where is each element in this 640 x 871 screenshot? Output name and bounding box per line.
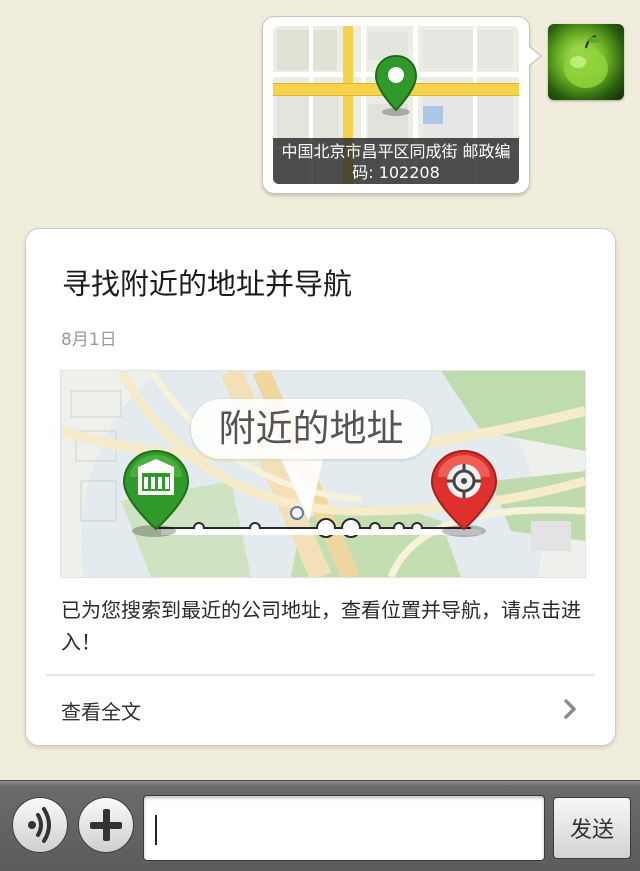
add-attachment-button[interactable]	[78, 797, 134, 853]
building-pin-icon	[122, 449, 190, 537]
location-map-thumbnail: 中国北京市昌平区同成街 邮政编码: 102208	[273, 26, 519, 184]
target-pin-icon	[430, 449, 498, 537]
location-address: 中国北京市昌平区同成街 邮政编码: 102208	[273, 138, 519, 184]
read-full-article-link[interactable]: 查看全文	[26, 676, 615, 742]
article-cover-image[interactable]: 附近的地址	[60, 370, 586, 578]
location-pin-icon	[374, 54, 418, 116]
voice-icon	[28, 807, 51, 843]
location-message-bubble[interactable]: 中国北京市昌平区同成街 邮政编码: 102208	[262, 16, 542, 194]
message-input-bar: 发送	[0, 780, 640, 871]
read-full-label: 查看全文	[61, 700, 141, 724]
message-input[interactable]	[143, 795, 545, 861]
green-apple-avatar	[564, 35, 608, 88]
article-description: 已为您搜索到最近的公司地址，查看位置并导航，请点击进入！	[61, 598, 581, 654]
article-card[interactable]: 寻找附近的地址并导航 8月1日 附近的地址 已为您搜索到最近的公司地址，查看位置…	[25, 228, 616, 746]
text-cursor	[155, 815, 157, 845]
plus-icon	[90, 809, 122, 841]
chevron-right-icon	[564, 699, 576, 719]
send-button[interactable]: 发送	[553, 797, 631, 859]
user-avatar[interactable]	[548, 24, 624, 100]
article-title: 寻找附近的地址并导航	[62, 267, 353, 301]
voice-button[interactable]	[12, 797, 68, 853]
banner-label: 附近的地址	[191, 399, 431, 459]
article-date: 8月1日	[61, 330, 117, 350]
